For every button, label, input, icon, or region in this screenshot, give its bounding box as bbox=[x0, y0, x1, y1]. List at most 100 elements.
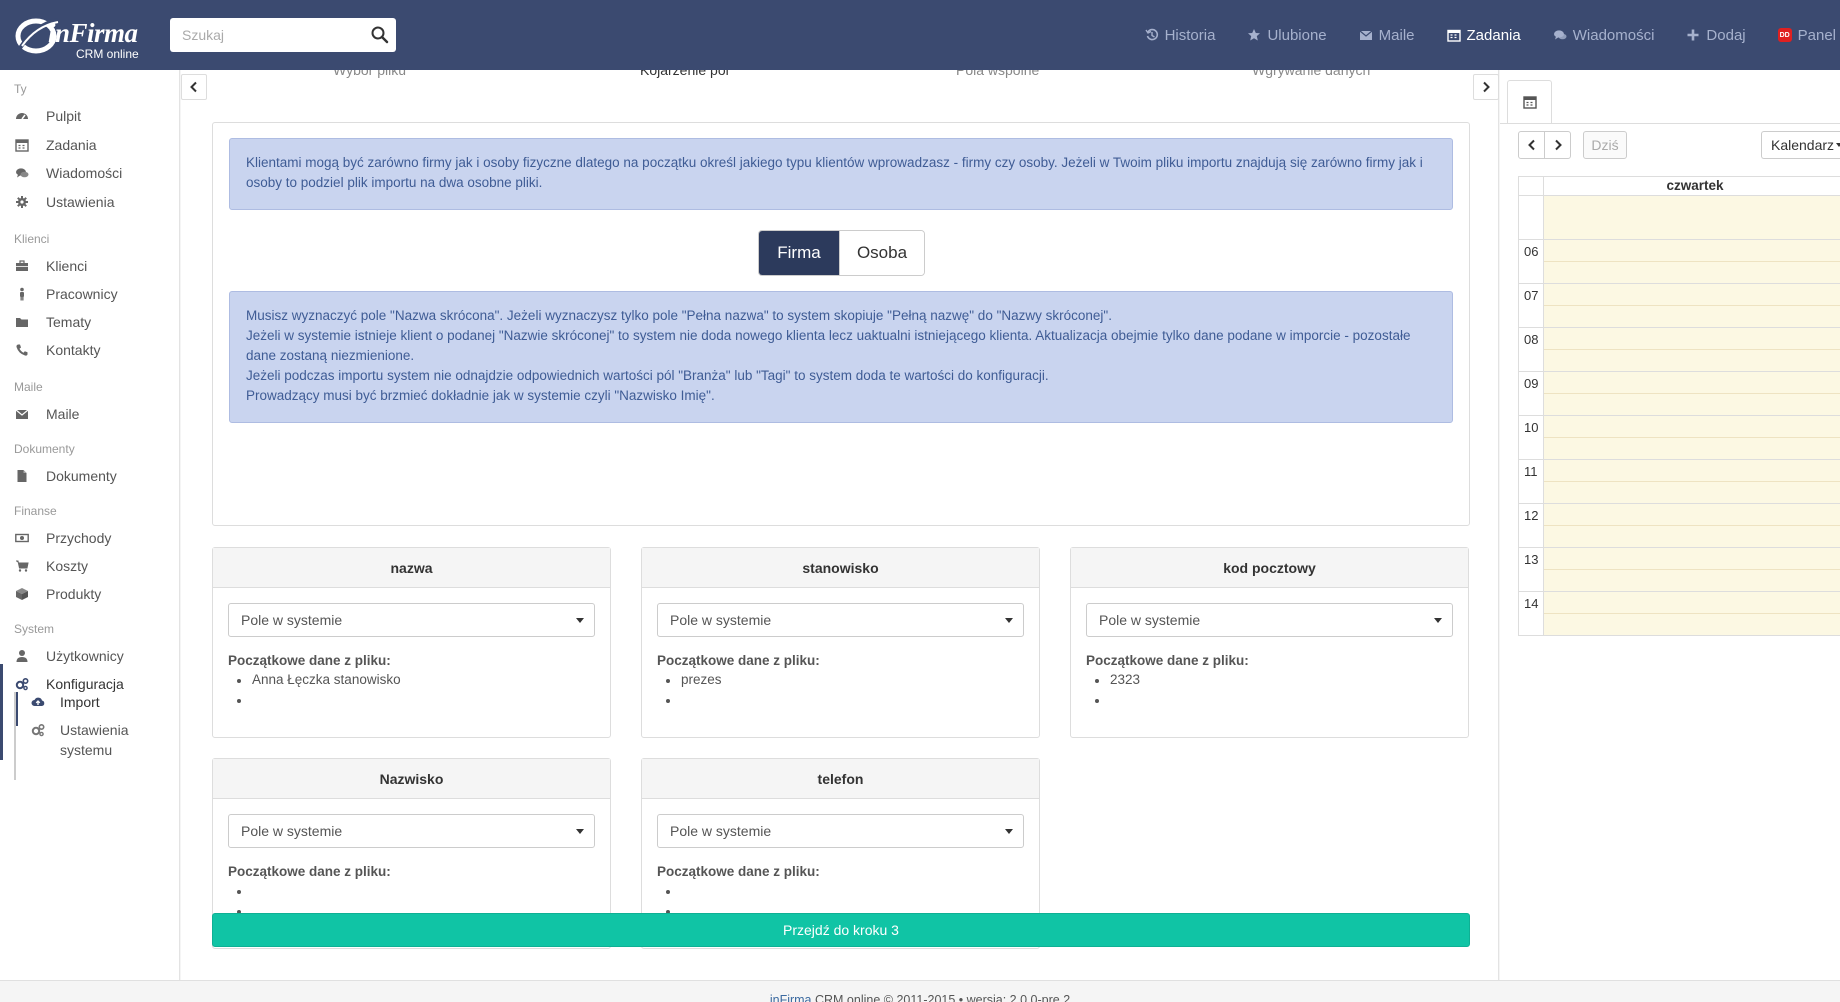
initial-data-item bbox=[237, 881, 595, 901]
wizard-step-2[interactable]: Kojarzenie pól bbox=[640, 70, 729, 82]
info-alert: Klientami mogą być zarówno firmy jak i o… bbox=[229, 138, 1453, 210]
field-panel-stanowisko: stanowisko Pole w systemie Początkowe da… bbox=[641, 547, 1040, 738]
system-field-select[interactable]: Pole w systemie bbox=[657, 814, 1024, 848]
rules-alert-line: Jeżeli podczas importu system nie odnajd… bbox=[246, 368, 1049, 383]
gears-icon bbox=[30, 720, 46, 740]
brand-logo[interactable]: inFirma CRM online bbox=[14, 10, 142, 61]
initial-data-item bbox=[237, 690, 595, 710]
sidebar-item-pracownicy[interactable]: Pracownicy bbox=[14, 284, 118, 304]
search-icon[interactable] bbox=[370, 25, 390, 45]
person-icon bbox=[14, 286, 30, 302]
field-panel-kod-pocztowy: kod pocztowy Pole w systemie Początkowe … bbox=[1070, 547, 1469, 738]
osoba-button[interactable]: Osoba bbox=[839, 231, 924, 275]
plus-icon bbox=[1687, 29, 1699, 41]
sidebar-item-label: Pulpit bbox=[46, 108, 82, 124]
system-field-select[interactable]: Pole w systemie bbox=[228, 603, 595, 637]
rules-alert-line: Prowadzący musi być brzmieć dokładnie ja… bbox=[246, 388, 715, 403]
sidebar-item-wiadomosci[interactable]: Wiadomości bbox=[14, 163, 122, 183]
field-name: kod pocztowy bbox=[1071, 548, 1468, 588]
sidebar-subitem-ustawienia-systemu[interactable]: Ustawienia systemu bbox=[30, 720, 150, 760]
sidebar-subitem-label: Import bbox=[60, 694, 100, 710]
all-day-slot[interactable] bbox=[1544, 196, 1840, 239]
hour-row: 07 bbox=[1518, 284, 1840, 328]
sidebar-item-konfiguracja[interactable]: Konfiguracja bbox=[14, 674, 124, 694]
nav-zadania[interactable]: Zadania bbox=[1446, 27, 1521, 44]
today-button[interactable]: Dziś bbox=[1583, 131, 1627, 159]
field-name: stanowisko bbox=[642, 548, 1039, 588]
sidebar-item-przychody[interactable]: Przychody bbox=[14, 528, 111, 548]
nav-panel[interactable]: DD Panel bbox=[1777, 27, 1836, 44]
firma-button[interactable]: Firma bbox=[759, 231, 839, 275]
sidebar-item-produkty[interactable]: Produkty bbox=[14, 584, 101, 604]
sidebar-item-kontakty[interactable]: Kontakty bbox=[14, 340, 100, 360]
comments-icon bbox=[14, 165, 30, 181]
header-corner bbox=[1519, 177, 1544, 195]
nav-maile[interactable]: Maile bbox=[1359, 27, 1415, 44]
calendar-prev-button[interactable] bbox=[1518, 131, 1545, 159]
caret-down-icon bbox=[1005, 618, 1013, 623]
hour-label: 08 bbox=[1519, 328, 1544, 372]
half-hour-line bbox=[1544, 261, 1840, 262]
calendar-header-row: czwartek bbox=[1518, 176, 1840, 196]
cart-icon bbox=[14, 558, 30, 574]
hour-row: 10 bbox=[1518, 416, 1840, 460]
calendar-icon bbox=[1522, 96, 1537, 109]
sidebar-item-uzytkownicy[interactable]: Użytkownicy bbox=[14, 646, 124, 666]
wizard-prev-button[interactable] bbox=[181, 74, 207, 100]
system-field-select[interactable]: Pole w systemie bbox=[228, 814, 595, 848]
sidebar-section-maile: Maile bbox=[14, 380, 43, 394]
sidebar-item-ustawienia[interactable]: Ustawienia bbox=[14, 192, 114, 212]
sidebar-subitem-import[interactable]: Import bbox=[30, 692, 100, 712]
search-input[interactable] bbox=[170, 18, 360, 52]
sidebar-item-label: Produkty bbox=[46, 586, 102, 602]
client-type-panel: Klientami mogą być zarówno firmy jak i o… bbox=[212, 122, 1470, 526]
wizard-step-3[interactable]: Pola wspólne bbox=[956, 70, 1039, 82]
sidebar-item-zadania[interactable]: Zadania bbox=[14, 135, 97, 155]
sidebar-subitem-label: Ustawienia systemu bbox=[60, 722, 129, 758]
wizard-step-1[interactable]: Wybór pliku bbox=[333, 70, 406, 82]
nav-wiadomosci[interactable]: Wiadomości bbox=[1553, 27, 1654, 44]
nav-historia[interactable]: Historia bbox=[1144, 27, 1215, 44]
all-day-row bbox=[1518, 196, 1840, 240]
sidebar-item-label: Maile bbox=[46, 406, 80, 422]
calendar-icon bbox=[1446, 29, 1461, 42]
document-icon bbox=[14, 468, 30, 484]
hour-label: 07 bbox=[1519, 284, 1544, 328]
half-hour-line bbox=[1544, 349, 1840, 350]
top-navbar: inFirma CRM online Historia Ulubione Mai… bbox=[0, 0, 1840, 70]
envelope-icon bbox=[1359, 30, 1373, 40]
hour-row: 11 bbox=[1518, 460, 1840, 504]
footer-brand-link[interactable]: inFirma bbox=[770, 993, 812, 1002]
hour-label: 11 bbox=[1519, 460, 1544, 504]
next-step-button[interactable]: Przejdź do kroku 3 bbox=[212, 913, 1470, 947]
sidebar-item-tematy[interactable]: Tematy bbox=[14, 312, 91, 332]
nav-dodaj[interactable]: Dodaj bbox=[1686, 27, 1746, 44]
calendar-icon bbox=[14, 137, 30, 153]
sidebar-section-dokumenty: Dokumenty bbox=[14, 442, 75, 456]
initial-data-item bbox=[1095, 690, 1453, 710]
sidebar-item-pulpit[interactable]: Pulpit bbox=[14, 106, 81, 126]
initial-data-item bbox=[666, 690, 1024, 710]
wizard-next-button[interactable] bbox=[1473, 74, 1499, 100]
system-field-select[interactable]: Pole w systemie bbox=[657, 603, 1024, 637]
calendar-tab[interactable] bbox=[1507, 80, 1552, 123]
system-field-select[interactable]: Pole w systemie bbox=[1086, 603, 1453, 637]
hour-label: 13 bbox=[1519, 548, 1544, 592]
sidebar: Ty Pulpit Zadania Wiadomości Ustawienia … bbox=[0, 70, 180, 980]
sidebar-item-koszty[interactable]: Koszty bbox=[14, 556, 88, 576]
sidebar-item-maile[interactable]: Maile bbox=[14, 404, 79, 424]
caret-down-icon bbox=[576, 618, 584, 623]
select-value: Pole w systemie bbox=[1099, 612, 1201, 628]
sidebar-item-dokumenty[interactable]: Dokumenty bbox=[14, 466, 117, 486]
wizard-step-4[interactable]: Wgrywanie danych bbox=[1252, 70, 1370, 82]
sidebar-item-klienci[interactable]: Klienci bbox=[14, 256, 87, 276]
half-hour-line bbox=[1544, 525, 1840, 526]
calendar-view-dropdown[interactable]: Kalendarz bbox=[1761, 131, 1840, 159]
brand-subtitle: CRM online bbox=[76, 47, 139, 61]
calendar-next-button[interactable] bbox=[1544, 131, 1571, 159]
envelope-icon bbox=[14, 406, 30, 422]
chevron-left-icon bbox=[1527, 139, 1535, 151]
caret-down-icon bbox=[1434, 618, 1442, 623]
half-hour-line bbox=[1544, 569, 1840, 570]
nav-ulubione[interactable]: Ulubione bbox=[1247, 27, 1327, 44]
